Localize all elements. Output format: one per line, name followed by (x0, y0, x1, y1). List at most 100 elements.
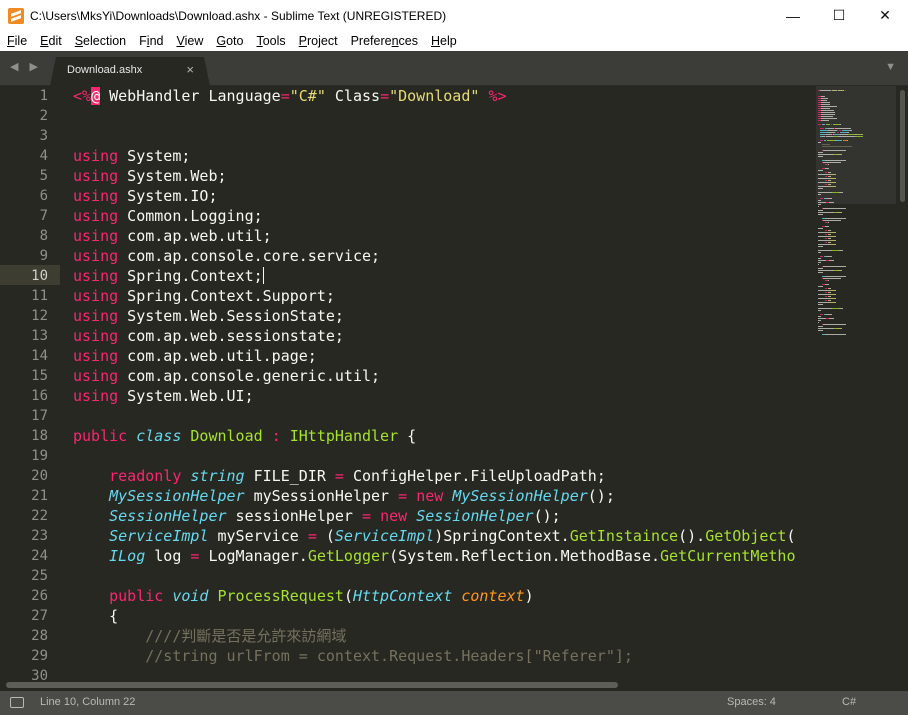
vertical-scrollbar[interactable] (900, 90, 905, 202)
code-token: com.ap.web.util.page; (118, 347, 317, 365)
code-line[interactable]: using Spring.Context; (73, 266, 816, 286)
minimap-token (825, 230, 827, 231)
minimap-token (825, 288, 827, 289)
line-number: 5 (39, 168, 48, 184)
minimap-token (818, 236, 830, 237)
minimap-token (830, 180, 831, 181)
code-token: IHttpHandler (289, 427, 399, 445)
code-line[interactable] (73, 446, 816, 466)
code-line[interactable] (73, 666, 816, 680)
menu-item[interactable]: View (169, 34, 209, 48)
minimap-token (828, 130, 837, 131)
minimap-token (825, 218, 846, 219)
syntax-selector[interactable]: C# (842, 696, 856, 708)
tab-nav-arrows-icon[interactable]: ◀ ▶ (10, 60, 42, 73)
minimap-token (818, 290, 830, 291)
minimap-token (841, 270, 842, 271)
window-controls: — ☐ ✕ (770, 0, 908, 31)
tab-download-ashx[interactable]: Download.ashx × (50, 57, 210, 86)
code-editor[interactable]: 1 2 3 4 5 6 7 8 9 10 11 12 13 14 15 16 17 18 19 20 21 22 23 24 2… (0, 86, 908, 680)
minimap-token (821, 100, 827, 101)
menu-item[interactable]: Project (292, 34, 344, 48)
code-token: <% (73, 87, 92, 105)
minimap-token (818, 286, 823, 287)
line-number: 20 (31, 468, 48, 484)
minimap-token (818, 326, 823, 327)
line-number: 1 (39, 88, 48, 104)
code-token: com.ap.web.sessionstate; (118, 327, 344, 345)
horizontal-scrollbar-thumb[interactable] (6, 682, 618, 688)
tab-close-icon[interactable]: × (186, 62, 194, 77)
minimap-token (826, 124, 830, 125)
code-line[interactable]: using com.ap.console.generic.util; (73, 366, 816, 386)
code-line[interactable]: using com.ap.web.util.page; (73, 346, 816, 366)
code-line[interactable] (73, 106, 816, 126)
code-line[interactable] (73, 406, 816, 426)
close-button[interactable]: ✕ (862, 0, 908, 31)
code-line[interactable]: <%@ WebHandler Language="C#" Class="Down… (73, 86, 816, 106)
horizontal-scrollbar[interactable] (0, 680, 908, 691)
minimap-token (818, 294, 830, 295)
indentation-setting[interactable]: Spaces: 4 (727, 696, 776, 708)
code-line[interactable]: SessionHelper sessionHelper = new Sessio… (73, 506, 816, 526)
code-token: : (271, 427, 281, 445)
code-line[interactable]: using Common.Logging; (73, 206, 816, 226)
code-line[interactable]: { (73, 606, 816, 626)
code-line[interactable]: using System.IO; (73, 186, 816, 206)
minimap-token (818, 310, 821, 311)
minimap-token (825, 276, 846, 277)
menu-item[interactable]: Selection (68, 34, 132, 48)
code-line[interactable]: ServiceImpl myService = (ServiceImpl)Spr… (73, 526, 816, 546)
panel-switcher-icon[interactable] (10, 697, 24, 708)
minimap-token (821, 116, 833, 117)
minimize-button[interactable]: — (770, 0, 816, 31)
maximize-button[interactable]: ☐ (816, 0, 862, 31)
menu-item[interactable]: Preferences (344, 34, 424, 48)
minimap-token (823, 324, 846, 325)
minimap-token (835, 294, 836, 295)
code-line[interactable]: ILog log = LogManager.GetLogger(System.R… (73, 546, 816, 566)
line-number: 17 (31, 408, 48, 424)
code-line[interactable]: public void ProcessRequest(HttpContext c… (73, 586, 816, 606)
minimap-token (835, 236, 836, 237)
code-line[interactable]: readonly string FILE_DIR = ConfigHelper.… (73, 466, 816, 486)
code-area[interactable]: <%@ WebHandler Language="C#" Class="Down… (73, 86, 816, 680)
code-line[interactable]: using System.Web.UI; (73, 386, 816, 406)
minimap-token (823, 150, 846, 151)
code-line[interactable]: using com.ap.web.util; (73, 226, 816, 246)
code-token: new (416, 487, 444, 505)
code-line[interactable]: public class Download : IHttpHandler { (73, 426, 816, 446)
line-number: 9 (39, 248, 48, 264)
minimap-token (818, 194, 821, 195)
menu-item[interactable]: Help (424, 34, 463, 48)
code-token: class (136, 427, 182, 445)
code-line[interactable]: MySessionHelper mySessionHelper = new My… (73, 486, 816, 506)
code-line[interactable] (73, 126, 816, 146)
tab-label: Download.ashx (67, 64, 143, 76)
tab-dropdown-icon[interactable]: ▼ (885, 61, 896, 73)
code-line[interactable] (73, 566, 816, 586)
code-line[interactable]: using Spring.Context.Support; (73, 286, 816, 306)
code-line[interactable]: using System.Web.SessionState; (73, 306, 816, 326)
code-token: Spring.Context; (118, 267, 263, 285)
minimap[interactable] (816, 86, 896, 680)
code-line[interactable]: using System.Web; (73, 166, 816, 186)
code-line[interactable]: using System; (73, 146, 816, 166)
menu-item[interactable]: Edit (33, 34, 68, 48)
code-line[interactable]: ////判斷是否是允許來訪網域 (73, 626, 816, 646)
minimap-token (838, 90, 844, 91)
code-line[interactable]: using com.ap.console.core.service; (73, 246, 816, 266)
menu-item-label-part: iew (184, 34, 204, 48)
code-token: using (73, 307, 119, 325)
code-line[interactable]: //string urlFrom = context.Request.Heade… (73, 646, 816, 666)
line-number: 12 (31, 308, 48, 324)
menu-item[interactable]: Tools (249, 34, 291, 48)
menu-item[interactable]: Goto (209, 34, 249, 48)
minimap-token (818, 262, 821, 263)
menu-item[interactable]: File (0, 34, 33, 48)
code-token: log (145, 547, 191, 565)
code-line[interactable]: using com.ap.web.sessionstate; (73, 326, 816, 346)
menu-item[interactable]: Find (132, 34, 169, 48)
